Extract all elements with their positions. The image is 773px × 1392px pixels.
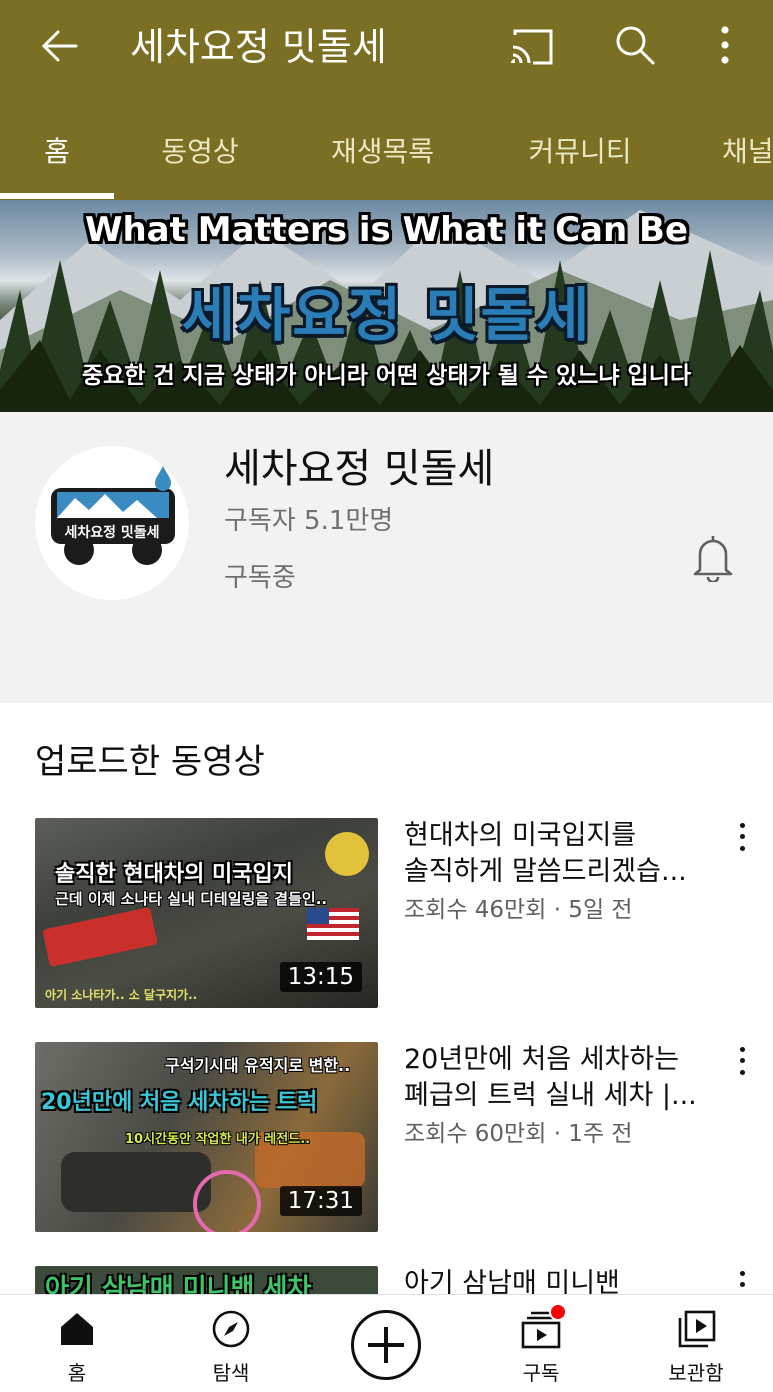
video-metadata: 조회수 46만회 · 5일 전 [404, 897, 633, 923]
notification-dot [549, 1303, 567, 1321]
video-title-line: 폐급의 트럭 실내 세차 |... [404, 1080, 697, 1111]
nav-label: 탐색 [212, 1361, 250, 1385]
home-icon [61, 1313, 93, 1345]
video-title-line: 20년만에 처음 세차하는 [404, 1044, 680, 1075]
thumb-caption-1: 구석기시대 유적지로 변한.. [165, 1056, 351, 1075]
app-bar: 세차요정 밋돌세 홈 동영상 재생목록 커뮤니티 채널 [0, 0, 773, 200]
video-metadata: 조회수 60만회 · 1주 전 [404, 1121, 633, 1147]
channel-name: 세차요정 밋돌세 [224, 446, 495, 492]
more-vert-icon [739, 823, 745, 829]
thumb-caption-2: 20년만에 처음 세차하는 트럭 [41, 1090, 318, 1115]
video-title-line: 솔직하게 말씀드리겠습... [404, 856, 687, 887]
video-title-line: 아기 삼남매 미니밴 [404, 1268, 620, 1294]
channel-banner: What Matters is What it Can Be 세차요정 밋돌세 … [0, 200, 773, 412]
subscribe-status-button[interactable]: 구독중 [224, 557, 296, 594]
nav-library[interactable]: 보관함 [631, 1295, 761, 1392]
more-options-button[interactable] [705, 20, 745, 70]
channel-title: 세차요정 밋돌세 [130, 25, 387, 69]
tab-home[interactable]: 홈 [0, 100, 114, 200]
search-button[interactable] [610, 20, 660, 70]
thumb-caption-1: 아기 삼남매 미니밴 세차 [45, 1274, 312, 1294]
thumb-caption-1: 솔직한 현대차의 미국입지 [55, 862, 293, 887]
tab-community[interactable]: 커뮤니티 [505, 100, 655, 200]
search-icon [616, 26, 655, 65]
active-tab-indicator [0, 193, 114, 199]
thumb-decor-flag-canton [307, 908, 329, 924]
tab-playlists[interactable]: 재생목록 [310, 100, 455, 200]
banner-slogan-korean: 중요한 건 지금 상태가 아니라 어떤 상태가 될 수 있느냐 입니다 [81, 363, 692, 389]
banner-slogan-english: What Matters is What it Can Be [84, 210, 689, 250]
nav-label: 홈 [67, 1361, 87, 1385]
nav-label: 보관함 [668, 1361, 724, 1385]
channel-tabs: 홈 동영상 재생목록 커뮤니티 채널 [0, 100, 773, 200]
bell-icon [693, 536, 733, 584]
back-button[interactable] [34, 20, 86, 72]
notification-bell-button[interactable] [690, 532, 736, 584]
video-duration: 17:31 [279, 1186, 362, 1216]
video-title[interactable]: 현대차의 미국입지를 솔직하게 말씀드리겠습... [404, 818, 714, 890]
thumb-decor-yellow-item [325, 832, 369, 876]
channel-header: 세차요정 밋돌세 세차요정 밋돌세 구독자 5.1만명 구독중 [0, 412, 773, 703]
tab-channels[interactable]: 채널 [705, 100, 773, 200]
cast-button[interactable] [506, 22, 558, 72]
cast-icon [511, 29, 553, 65]
video-more-button[interactable] [728, 1044, 756, 1078]
more-vert-icon [739, 1271, 745, 1277]
subscriber-count: 구독자 5.1만명 [224, 506, 394, 536]
thumb-caption-3: 10시간동안 작업한 내가 레전드.. [125, 1132, 311, 1147]
section-title: 업로드한 동영상 [35, 742, 265, 782]
arrow-left-icon [41, 30, 78, 62]
video-title[interactable]: 20년만에 처음 세차하는 폐급의 트럭 실내 세차 |... [404, 1042, 714, 1114]
nav-explore[interactable]: 탐색 [166, 1295, 296, 1392]
banner-channel-name: 세차요정 밋돌세 [181, 281, 592, 349]
thumb-decor-red-packets [42, 906, 158, 968]
video-item[interactable]: 솔직한 현대차의 미국입지 근데 이제 소나타 실내 디테일링을 곁들인.. 아… [0, 818, 773, 1008]
nav-home[interactable]: 홈 [12, 1295, 142, 1392]
video-more-button[interactable] [728, 1268, 756, 1294]
video-duration: 13:15 [279, 962, 362, 992]
library-icon [678, 1310, 716, 1348]
thumb-decor-cupholders [61, 1152, 211, 1212]
nav-label: 구독 [522, 1361, 560, 1385]
video-item[interactable]: 아기 삼남매 미니밴 세차 아기 삼남매 미니밴 [0, 1266, 773, 1294]
thumb-caption-2: 근데 이제 소나타 실내 디테일링을 곁들인.. [55, 890, 328, 908]
thumb-caption-3: 아기 소나타가.. 소 달구지가.. [45, 988, 198, 1002]
nav-subscriptions[interactable]: 구독 [476, 1295, 606, 1392]
video-item[interactable]: 구석기시대 유적지로 변한.. 20년만에 처음 세차하는 트럭 10시간동안 … [0, 1042, 773, 1232]
avatar-text: 세차요정 밋돌세 [64, 525, 160, 541]
video-thumbnail[interactable]: 솔직한 현대차의 미국입지 근데 이제 소나타 실내 디테일링을 곁들인.. 아… [35, 818, 378, 1008]
explore-compass-icon [212, 1310, 250, 1348]
tab-videos[interactable]: 동영상 [130, 100, 270, 200]
create-button[interactable] [351, 1310, 421, 1380]
thumb-decor-circle [193, 1170, 261, 1232]
video-title-line: 현대차의 미국입지를 [404, 820, 637, 851]
video-thumbnail[interactable]: 구석기시대 유적지로 변한.. 20년만에 처음 세차하는 트럭 10시간동안 … [35, 1042, 378, 1232]
video-thumbnail[interactable]: 아기 삼남매 미니밴 세차 [35, 1266, 378, 1294]
more-vert-icon [739, 1047, 745, 1053]
bottom-navigation: 홈 탐색 구독 보관함 [0, 1294, 773, 1392]
video-more-button[interactable] [728, 820, 756, 854]
video-title[interactable]: 아기 삼남매 미니밴 [404, 1266, 714, 1294]
more-vert-icon [721, 26, 729, 64]
avatar[interactable]: 세차요정 밋돌세 [35, 446, 189, 600]
